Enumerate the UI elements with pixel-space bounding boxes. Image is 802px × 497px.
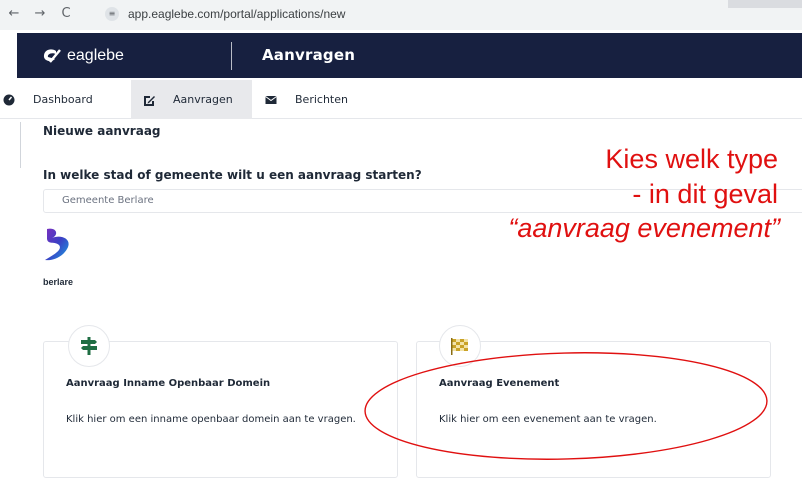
logo-text: eaglebe [67, 47, 124, 64]
annotation-ellipse [364, 352, 768, 460]
annotation-text-line-3: “aanvraag evenement” [508, 213, 780, 243]
browser-toolbar: ← → C ≡ app.eaglebe.com/portal/applicati… [0, 0, 802, 30]
berlare-logo [45, 228, 69, 261]
subnav-item-dashboard[interactable]: Dashboard [0, 80, 130, 119]
card-icon-wrapper [68, 325, 110, 367]
app-header: eaglebe Aanvragen [17, 33, 802, 78]
forward-icon[interactable]: → [32, 6, 48, 21]
url-text[interactable]: app.eaglebe.com/portal/applications/new [128, 7, 345, 21]
content-left-rule [20, 122, 21, 168]
subnav-item-aanvragen[interactable]: Aanvragen [131, 80, 252, 119]
edit-icon [144, 95, 155, 106]
subnav-item-berichten[interactable]: Berichten [252, 80, 372, 119]
section-title: Nieuwe aanvraag [43, 124, 161, 138]
dashboard-icon [3, 94, 15, 105]
tune-icon[interactable]: ≡ [105, 7, 119, 21]
envelope-icon [265, 95, 277, 104]
subnav-item-label: Dashboard [33, 93, 93, 106]
signpost-icon [81, 337, 97, 355]
subnav-item-label: Aanvragen [173, 93, 233, 106]
header-divider [231, 42, 232, 70]
card-inname-openbaar-domein[interactable]: Aanvraag Inname Openbaar Domein Klik hie… [43, 325, 398, 478]
subnav: Dashboard Aanvragen Berichten [0, 80, 802, 119]
annotation-text-line-1: Kies welk type [605, 144, 778, 174]
eaglebe-logo[interactable]: eaglebe [42, 45, 124, 67]
municipality-question: In welke stad of gemeente wilt u een aan… [43, 168, 422, 182]
card-title: Aanvraag Inname Openbaar Domein [66, 378, 271, 389]
reload-icon[interactable]: C [58, 6, 74, 21]
page-title: Aanvragen [262, 46, 356, 64]
window-controls-area [728, 0, 802, 8]
municipality-value: Gemeente Berlare [62, 195, 154, 206]
subnav-item-label: Berichten [295, 93, 348, 106]
annotation-text-line-2: - in dit geval [632, 179, 778, 209]
back-icon[interactable]: ← [6, 6, 22, 21]
card-description: Klik hier om een inname openbaar domein … [66, 414, 356, 425]
municipality-logo-label: berlare [43, 277, 74, 287]
eaglebe-logo-icon [43, 49, 61, 63]
